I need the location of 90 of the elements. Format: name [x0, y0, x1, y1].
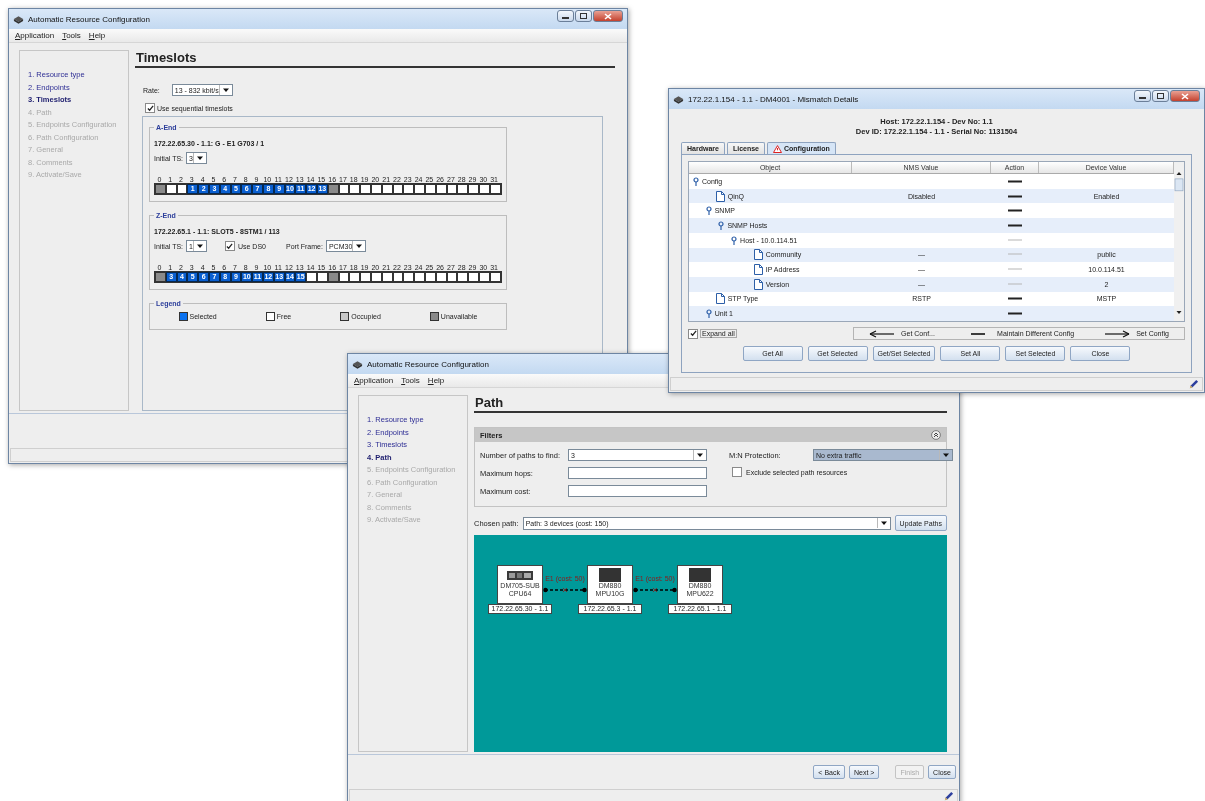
timeslot-cell[interactable]: [403, 184, 415, 194]
timeslot-cell[interactable]: [155, 272, 166, 282]
timeslot-cell[interactable]: [403, 272, 415, 282]
document-icon: [715, 190, 725, 202]
timeslot-cell[interactable]: [392, 184, 404, 194]
timeslot-cell[interactable]: [446, 272, 458, 282]
close-button[interactable]: [1170, 90, 1200, 102]
maximize-button[interactable]: [575, 10, 592, 22]
timeslot-cell[interactable]: [392, 272, 404, 282]
left-arrow-icon: [869, 329, 896, 338]
timeslot-cell[interactable]: [155, 184, 166, 194]
timeslot-cell[interactable]: [435, 184, 447, 194]
tree-node-icon[interactable]: [705, 206, 712, 216]
close-icon: [604, 12, 612, 20]
minimize-button[interactable]: [1134, 90, 1151, 102]
menu-item[interactable]: Help: [427, 376, 445, 385]
window-title: 172.22.1.154 - 1.1 - DM4001 - Mismatch Details: [688, 94, 860, 104]
timeslot-cell[interactable]: [360, 272, 371, 282]
timeslot-cell[interactable]: [349, 272, 361, 282]
menu-item[interactable]: Help: [88, 31, 106, 40]
app-icon: [13, 14, 24, 24]
window-title: Automatic Resource Configuration: [28, 14, 151, 24]
timeslot-cell[interactable]: [489, 272, 501, 282]
scrollbar[interactable]: [1174, 162, 1184, 321]
maximize-icon: [580, 13, 587, 19]
timeslot-cell[interactable]: [360, 184, 371, 194]
timeslot-cell[interactable]: [338, 272, 350, 282]
timeslot-cell[interactable]: [414, 272, 425, 282]
timeslot-cell[interactable]: [478, 272, 490, 282]
timeslot-cell[interactable]: [489, 184, 501, 194]
document-icon: [753, 249, 763, 261]
timeslot-cell[interactable]: [338, 184, 350, 194]
warning-icon: [773, 144, 782, 153]
timeslot-cell[interactable]: [176, 184, 188, 194]
tree-node-icon[interactable]: [705, 309, 712, 319]
timeslot-cell[interactable]: [468, 272, 479, 282]
checkbox[interactable]: [224, 241, 235, 251]
checkbox[interactable]: [732, 467, 742, 477]
timeslot-cell[interactable]: [370, 272, 382, 282]
input-field[interactable]: [568, 467, 707, 479]
document-icon: [715, 293, 725, 305]
input-field[interactable]: [568, 485, 707, 497]
checkbox[interactable]: [688, 328, 698, 339]
document-icon: [753, 264, 763, 276]
menu-item[interactable]: Tools: [62, 31, 81, 40]
timeslot-cell[interactable]: [165, 184, 177, 194]
collapse-icon[interactable]: [931, 430, 941, 440]
tree-node-icon[interactable]: [731, 235, 738, 245]
pen-icon: [1188, 378, 1199, 390]
right-arrow-icon: [1104, 329, 1131, 338]
document-icon: [753, 278, 763, 290]
menu-item[interactable]: Application: [15, 31, 55, 40]
timeslot-cell[interactable]: [381, 184, 393, 194]
timeslot-cell[interactable]: [370, 184, 382, 194]
maximize-icon: [1157, 93, 1164, 99]
app-icon: [673, 94, 684, 104]
close-button[interactable]: [593, 10, 623, 22]
timeslot-cell[interactable]: [381, 272, 393, 282]
window-title: Automatic Resource Configuration: [367, 359, 490, 369]
tree-node-icon[interactable]: [693, 176, 699, 186]
timeslot-cell[interactable]: [446, 184, 458, 194]
timeslot-cell[interactable]: [468, 184, 479, 194]
minimize-button[interactable]: [557, 10, 574, 22]
timeslot-cell[interactable]: [414, 184, 425, 194]
page-heading: Path: [474, 395, 947, 413]
pen-icon: [943, 790, 954, 801]
timeslot-cell[interactable]: [457, 272, 469, 282]
maximize-button[interactable]: [1152, 90, 1169, 102]
timeslot-cell[interactable]: [327, 272, 339, 282]
app-icon: [352, 359, 363, 369]
timeslot-cell[interactable]: [349, 184, 361, 194]
link-line[interactable]: [633, 586, 677, 594]
timeslot-cell[interactable]: [316, 272, 328, 282]
timeslot-cell[interactable]: [424, 184, 436, 194]
device-board-icon: [506, 568, 534, 582]
close-icon: [1181, 92, 1189, 100]
link-line[interactable]: [543, 586, 587, 594]
timeslot-cell[interactable]: [478, 184, 490, 194]
timeslot-cell[interactable]: [424, 272, 436, 282]
page-heading: Timeslots: [135, 50, 615, 68]
timeslot-cell[interactable]: [435, 272, 447, 282]
device-chassis-icon: [596, 568, 624, 582]
menu-item[interactable]: Tools: [401, 376, 420, 385]
timeslot-cell[interactable]: [327, 184, 339, 194]
menu-item[interactable]: Application: [354, 376, 394, 385]
tree-node-icon[interactable]: [718, 220, 725, 230]
checkbox[interactable]: [145, 103, 155, 113]
timeslot-cell[interactable]: [306, 272, 317, 282]
timeslot-cell[interactable]: [457, 184, 469, 194]
device-chassis-icon: [686, 568, 714, 582]
